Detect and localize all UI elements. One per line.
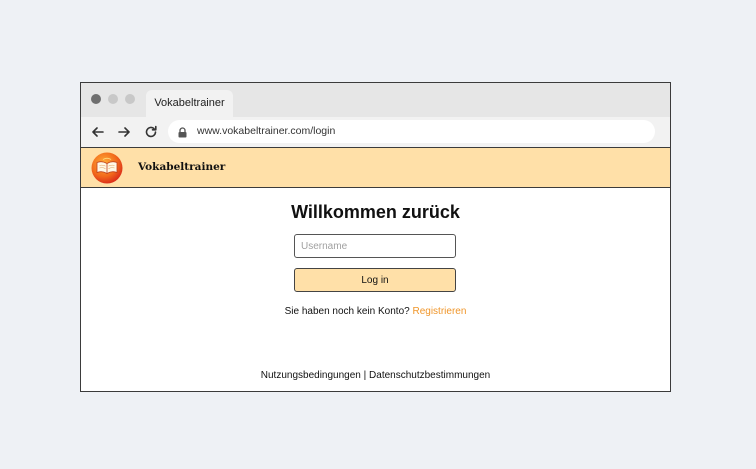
address-bar[interactable]: www.vokabeltrainer.com/login (168, 120, 655, 143)
footer: Nutzungsbedingungen | Datenschutzbestimm… (81, 370, 670, 381)
register-link[interactable]: Registrieren (412, 306, 466, 317)
app-header: Vokabeltrainer (81, 147, 670, 188)
page-title: Willkommen zurück (291, 202, 460, 222)
browser-window: Vokabeltrainer www.vokabeltrainer.com/lo… (80, 82, 671, 392)
register-line: Sie haben noch kein Konto? Registrieren (81, 306, 670, 317)
register-prompt: Sie haben noch kein Konto? (284, 306, 410, 317)
window-minimize-dot[interactable] (108, 94, 118, 104)
privacy-link[interactable]: Datenschutzbestimmungen (369, 370, 490, 381)
browser-tab-title: Vokabeltrainer (154, 97, 225, 109)
forward-arrow-icon[interactable] (116, 124, 132, 140)
terms-link[interactable]: Nutzungsbedingungen (261, 370, 361, 381)
back-arrow-icon[interactable] (90, 124, 106, 140)
book-icon[interactable] (91, 152, 123, 184)
reload-icon[interactable] (143, 124, 159, 140)
window-maximize-dot[interactable] (125, 94, 135, 104)
browser-tab[interactable]: Vokabeltrainer (146, 90, 233, 117)
lock-icon (178, 125, 187, 143)
url-text: www.vokabeltrainer.com/login (197, 125, 336, 137)
address-row: www.vokabeltrainer.com/login (81, 117, 670, 147)
window-close-dot[interactable] (91, 94, 101, 104)
footer-separator: | (363, 370, 367, 381)
app-name: Vokabeltrainer (138, 161, 226, 173)
username-input[interactable] (294, 234, 456, 258)
tab-bar: Vokabeltrainer (81, 83, 670, 117)
login-button[interactable]: Log in (294, 268, 456, 292)
